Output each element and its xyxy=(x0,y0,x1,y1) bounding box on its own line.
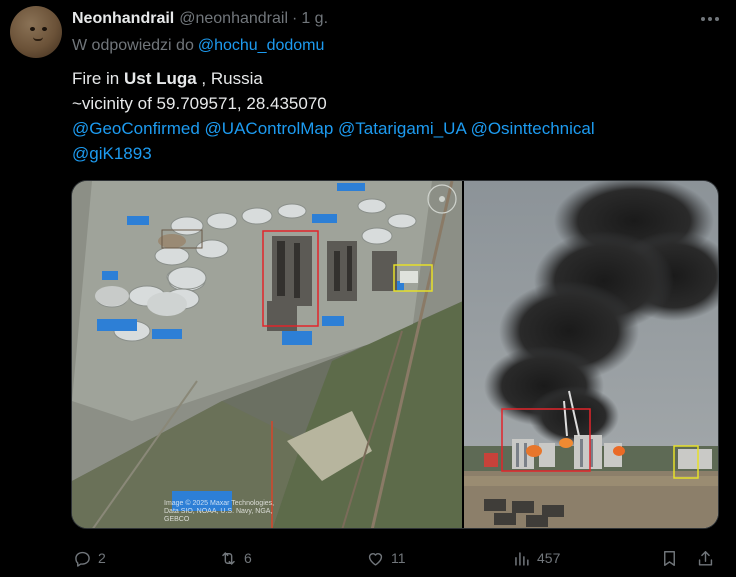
author-avatar[interactable] xyxy=(10,6,62,58)
header-separator: · xyxy=(292,10,298,27)
retweet-count: 6 xyxy=(244,550,252,566)
avatar-eye-left xyxy=(30,27,35,31)
satellite-illustration xyxy=(72,181,462,528)
mention-link[interactable]: @Osinttechnical xyxy=(471,119,595,138)
text-line-1-prefix: Fire in xyxy=(72,69,124,88)
reply-icon xyxy=(75,551,90,567)
mention-link[interactable]: @giK1893 xyxy=(72,144,152,163)
bookmark-button[interactable] xyxy=(660,545,679,571)
location-bold: Ust Luga xyxy=(123,69,197,88)
satellite-image[interactable]: Image © 2025 Maxar Technologies, Data SI… xyxy=(72,181,462,528)
mention-link[interactable]: @UAControlMap xyxy=(205,119,334,138)
tweet-header: Neonhandrail @neonhandrail · 1 g. xyxy=(72,10,328,30)
share-icon xyxy=(698,550,713,566)
like-count: 11 xyxy=(391,550,406,566)
reply-button[interactable]: 2 xyxy=(73,545,106,571)
retweet-button[interactable]: 6 xyxy=(219,545,252,571)
more-options-icon[interactable] xyxy=(697,9,723,29)
mention-link[interactable]: @Tatarigami_UA xyxy=(338,119,466,138)
tweet-media[interactable]: Image © 2025 Maxar Technologies, Data SI… xyxy=(71,180,719,529)
reply-to-link[interactable]: @hochu_dodomu xyxy=(198,37,325,54)
heart-icon xyxy=(368,552,383,566)
retweet-icon xyxy=(222,551,235,565)
text-line-1-suffix: , Russia xyxy=(196,69,263,88)
tweet-timestamp[interactable]: 1 g. xyxy=(301,10,328,28)
views-button[interactable]: 457 xyxy=(512,545,560,571)
satellite-watermark: Image © 2025 Maxar Technologies, Data SI… xyxy=(164,500,275,523)
analytics-icon xyxy=(515,551,529,566)
tweet-text: Fire in Ust Luga , Russia ~vicinity of 5… xyxy=(72,66,712,166)
mention-link[interactable]: @GeoConfirmed xyxy=(72,119,200,138)
avatar-eye-right xyxy=(42,27,47,31)
share-button[interactable] xyxy=(696,545,715,571)
tweet-actions: 2 6 11 457 xyxy=(0,545,736,571)
like-button[interactable]: 11 xyxy=(366,545,406,571)
coordinates-line: ~vicinity of 59.709571, 28.435070 xyxy=(72,94,327,113)
reply-count: 2 xyxy=(98,550,106,566)
fire-illustration xyxy=(463,181,718,528)
reply-prefix: W odpowiedzi do xyxy=(72,37,194,54)
avatar-mouth xyxy=(33,37,43,41)
views-count: 457 xyxy=(537,550,561,566)
author-handle[interactable]: @neonhandrail xyxy=(179,10,288,28)
bookmark-icon xyxy=(664,550,675,566)
text-line-1: Fire in Ust Luga , Russia xyxy=(72,66,712,91)
mentions-line-2: @giK1893 xyxy=(72,141,712,166)
author-name[interactable]: Neonhandrail xyxy=(72,10,174,28)
reply-context: W odpowiedzi do @hochu_dodomu xyxy=(72,37,324,55)
mentions-line-1: @GeoConfirmed @UAControlMap @Tatarigami_… xyxy=(72,116,712,141)
fire-photo[interactable] xyxy=(461,181,718,528)
